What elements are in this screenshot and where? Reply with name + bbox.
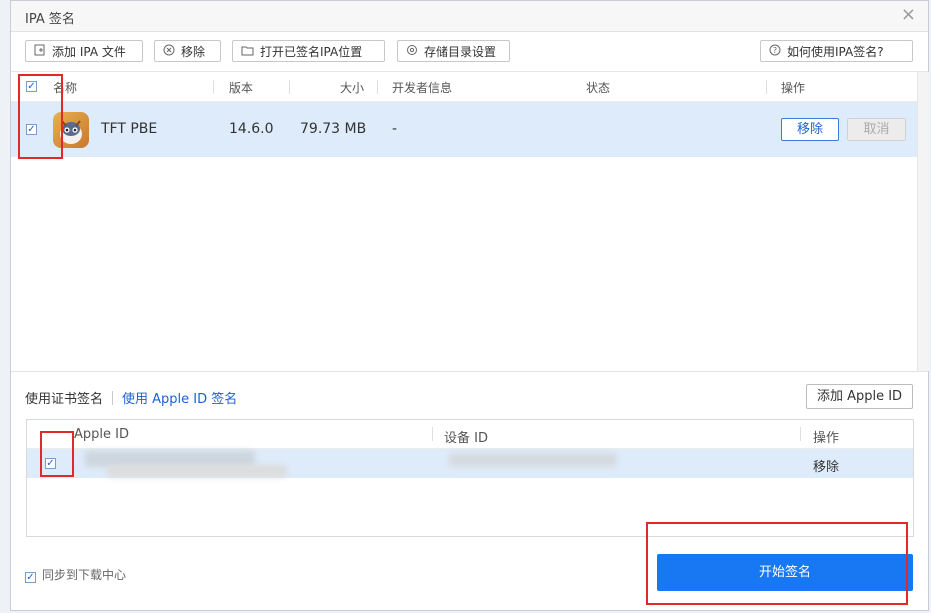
header-divider [432, 427, 433, 441]
sync-checkbox[interactable]: ✓ [25, 572, 36, 583]
apple-id-row-checkbox[interactable]: ✓ [45, 458, 56, 469]
remove-label: 移除 [181, 44, 206, 59]
remove-button[interactable]: 移除 [154, 40, 221, 62]
header-device-id: 设备 ID [444, 431, 488, 446]
add-ipa-label: 添加 IPA 文件 [52, 44, 126, 59]
header-size: 大小 [340, 81, 365, 95]
tab-cert-sign[interactable]: 使用证书签名 [25, 392, 103, 407]
apple-id-row[interactable]: ✓ 移除 [27, 449, 913, 478]
open-folder-label: 打开已签名IPA位置 [260, 44, 363, 59]
redacted-apple-id [107, 465, 287, 477]
app-name: TFT PBE [101, 121, 158, 137]
title-bar: IPA 签名 × [11, 1, 928, 32]
header-developer: 开发者信息 [392, 81, 453, 95]
header-name: 名称 [53, 81, 78, 95]
ipa-table-header: ✓ 名称 版本 大小 开发者信息 状态 操作 [11, 72, 928, 102]
apple-id-table-header: Apple ID 设备 ID 操作 [27, 420, 913, 449]
header-version: 版本 [229, 81, 254, 95]
help-label: 如何使用IPA签名? [787, 44, 884, 59]
vertical-scrollbar[interactable] [917, 72, 929, 371]
add-apple-id-button[interactable]: 添加 Apple ID [806, 384, 913, 409]
sign-mode-tabs: 使用证书签名 使用 Apple ID 签名 [25, 388, 237, 407]
section-divider [11, 371, 928, 372]
toolbar: 添加 IPA 文件 移除 打开已签名IPA位置 存储目录设置 ? 如何使用IPA… [11, 31, 928, 72]
header-apple-action: 操作 [813, 431, 840, 446]
app-developer: - [392, 121, 398, 137]
sync-label: 同步到下载中心 [42, 568, 127, 582]
header-divider [800, 427, 801, 441]
row-remove-button[interactable]: 移除 [781, 118, 839, 141]
storage-settings-label: 存储目录设置 [424, 44, 497, 59]
start-sign-button[interactable]: 开始签名 [657, 554, 913, 591]
app-size: 79.73 MB [300, 121, 367, 137]
remove-circle-icon [163, 44, 175, 59]
add-ipa-button[interactable]: 添加 IPA 文件 [25, 40, 143, 62]
header-divider [213, 80, 214, 94]
help-button[interactable]: ? 如何使用IPA签名? [760, 40, 913, 62]
question-icon: ? [769, 44, 781, 59]
redacted-device-id [449, 453, 617, 467]
close-icon[interactable]: × [901, 5, 916, 25]
select-all-checkbox[interactable]: ✓ [26, 81, 37, 92]
open-signed-folder-button[interactable]: 打开已签名IPA位置 [232, 40, 385, 62]
gear-icon [406, 44, 418, 59]
storage-settings-button[interactable]: 存储目录设置 [397, 40, 510, 62]
tab-apple-id-sign[interactable]: 使用 Apple ID 签名 [122, 392, 237, 407]
ipa-sign-dialog: IPA 签名 × 添加 IPA 文件 移除 打开已签名IPA位置 存储目录设置 … [10, 0, 929, 611]
row-cancel-button: 取消 [847, 118, 906, 141]
header-divider [377, 80, 378, 94]
header-divider [289, 80, 290, 94]
apple-id-remove-link[interactable]: 移除 [813, 456, 839, 475]
svg-text:?: ? [773, 46, 777, 55]
row-checkbox[interactable]: ✓ [26, 124, 37, 135]
app-icon [53, 112, 89, 148]
app-version: 14.6.0 [229, 121, 274, 137]
folder-icon [241, 44, 254, 59]
sync-option[interactable]: ✓ 同步到下载中心 [25, 566, 126, 583]
add-file-icon [34, 44, 46, 59]
header-action: 操作 [781, 81, 806, 95]
ipa-table-row[interactable]: ✓ TFT PBE 14.6.0 79.73 MB - 移除 取消 [11, 102, 917, 157]
header-status: 状态 [586, 81, 611, 95]
header-apple-id: Apple ID [74, 427, 129, 442]
header-divider [766, 80, 767, 94]
tab-divider [112, 391, 114, 405]
background-app-edge [0, 0, 10, 613]
dialog-title: IPA 签名 [25, 12, 75, 27]
apple-id-table: Apple ID 设备 ID 操作 ✓ 移除 [26, 419, 914, 537]
